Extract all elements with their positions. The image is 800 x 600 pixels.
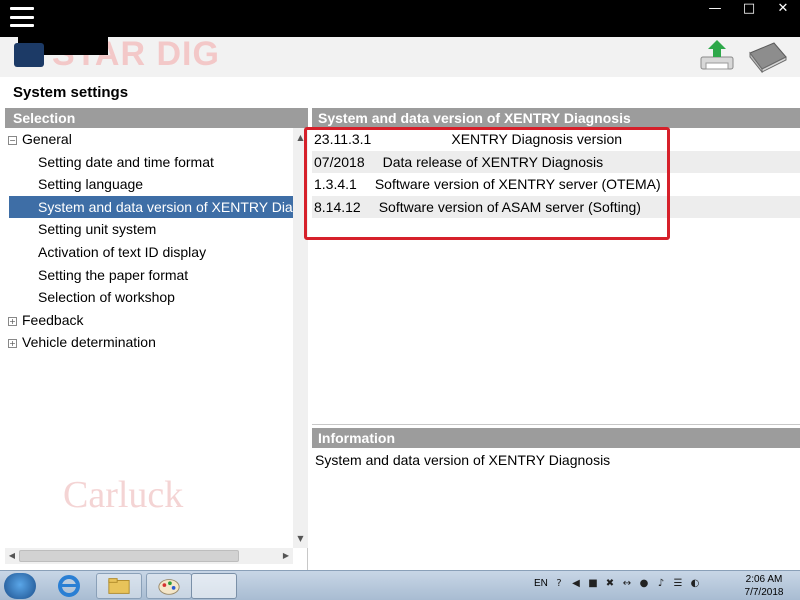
system-tray: ? ◀ ■ ✖ ↔ ● ♪ ☰ ◐ xyxy=(552,577,702,591)
version-description: Software version of ASAM server (Softing… xyxy=(378,198,641,215)
tree-item-date-time-format[interactable]: Setting date and time format xyxy=(5,151,293,174)
clock[interactable]: 2:06 AM 7/7/2018 xyxy=(734,573,794,599)
arrow-icon[interactable]: ◀ xyxy=(569,577,583,591)
version-value: 8.14.12 xyxy=(314,198,361,215)
selection-header: Selection xyxy=(5,108,308,128)
app-logo-icon xyxy=(14,43,44,67)
version-value: 1.3.4.1 xyxy=(314,176,357,193)
menu-icon-line xyxy=(10,15,34,19)
keyboard-icon[interactable]: ■ xyxy=(586,577,600,591)
network-error-icon[interactable]: ✖ xyxy=(603,577,617,591)
volume-icon[interactable]: ♪ xyxy=(654,577,668,591)
watermark-text: Carluck xyxy=(63,474,184,516)
information-header: Information xyxy=(312,428,800,448)
scrollbar-thumb[interactable] xyxy=(19,550,239,562)
tree-horizontal-scrollbar[interactable]: ◀ ▶ xyxy=(5,548,293,564)
table-row: 07/2018 Data release of XENTRY Diagnosis xyxy=(312,150,800,174)
table-row: 8.14.12 Software version of ASAM server (… xyxy=(312,195,800,219)
title-row: System settings xyxy=(0,77,800,107)
version-value: 23.11.3.1 xyxy=(314,131,372,147)
signal-icon[interactable]: ☰ xyxy=(671,577,685,591)
window-title-bar: — □ ✕ xyxy=(0,0,800,37)
manual-book-icon[interactable] xyxy=(746,41,790,73)
menu-icon[interactable] xyxy=(10,7,34,27)
tree-item-general[interactable]: − General xyxy=(5,128,293,151)
collapse-icon[interactable]: − xyxy=(8,136,17,145)
tree-vertical-scrollbar[interactable]: ▲ ▼ xyxy=(293,128,308,548)
tree-item-language[interactable]: Setting language xyxy=(5,173,293,196)
tree-item-system-data-version[interactable]: System and data version of XENTRY Diagno… xyxy=(9,195,293,219)
app-header: STAR DIG xyxy=(0,35,800,77)
close-button[interactable]: ✕ xyxy=(766,0,800,20)
menu-icon-line xyxy=(10,24,34,27)
maximize-button[interactable]: □ xyxy=(732,0,766,20)
tree-item-feedback[interactable]: + Feedback xyxy=(5,309,293,332)
scroll-down-icon[interactable]: ▼ xyxy=(293,531,308,546)
details-header: System and data version of XENTRY Diagno… xyxy=(312,108,800,128)
settings-tree: − General Setting date and time format Se… xyxy=(5,128,293,548)
table-row: 1.3.4.1 Software version of XENTRY server… xyxy=(312,173,800,196)
expand-icon[interactable]: + xyxy=(8,339,17,349)
scroll-up-icon[interactable]: ▲ xyxy=(293,130,308,145)
file-explorer-icon[interactable] xyxy=(96,573,142,599)
version-value: 07/2018 xyxy=(314,153,365,170)
help-icon[interactable]: ? xyxy=(552,577,566,591)
language-indicator[interactable]: EN xyxy=(534,578,548,589)
tree-item-vehicle-determination[interactable]: + Vehicle determination xyxy=(5,331,293,354)
export-print-icon[interactable] xyxy=(698,39,736,73)
minimize-button[interactable]: — xyxy=(698,0,732,20)
tree-item-paper-format[interactable]: Setting the paper format xyxy=(5,264,293,287)
selection-panel: − General Setting date and time format Se… xyxy=(5,128,308,570)
panel-divider xyxy=(312,424,800,425)
window-controls: — □ ✕ xyxy=(698,0,800,20)
tree-item-label: Feedback xyxy=(22,311,84,328)
table-row: 23.11.3.1 XENTRY Diagnosis version xyxy=(312,128,800,151)
internet-explorer-icon[interactable] xyxy=(46,573,92,599)
tree-item-label: Vehicle determination xyxy=(22,334,156,351)
tree-item-unit-system[interactable]: Setting unit system xyxy=(5,218,293,241)
power-icon[interactable]: ◐ xyxy=(688,577,702,591)
taskbar-app-button[interactable] xyxy=(191,573,237,599)
start-button[interactable] xyxy=(4,573,36,599)
usb-icon[interactable]: ● xyxy=(637,577,651,591)
tree-item-workshop[interactable]: Selection of workshop xyxy=(5,286,293,309)
clock-time: 2:06 AM xyxy=(745,574,783,585)
menu-icon-line xyxy=(10,7,34,10)
tree-item-text-id-display[interactable]: Activation of text ID display xyxy=(5,241,293,264)
version-description: Software version of XENTRY server (OTEMA… xyxy=(374,176,661,193)
clock-date: 7/7/2018 xyxy=(744,587,784,598)
paint-icon[interactable] xyxy=(146,573,192,599)
tree-item-label: General xyxy=(22,131,72,147)
version-description: XENTRY Diagnosis version xyxy=(451,131,623,147)
page-title: System settings xyxy=(13,84,129,101)
version-description: Data release of XENTRY Diagnosis xyxy=(382,153,604,170)
scroll-right-icon[interactable]: ▶ xyxy=(279,548,293,564)
expand-icon[interactable]: + xyxy=(8,316,17,326)
scroll-left-icon[interactable]: ◀ xyxy=(5,548,19,564)
windows-taskbar: EN ? ◀ ■ ✖ ↔ ● ♪ ☰ ◐ 2:06 AM 7/7/2018 xyxy=(0,570,800,600)
details-panel: 23.11.3.1 XENTRY Diagnosis version 07/201… xyxy=(312,128,800,425)
information-text: System and data version of XENTRY Diagno… xyxy=(315,452,611,468)
sync-icon[interactable]: ↔ xyxy=(620,577,634,591)
